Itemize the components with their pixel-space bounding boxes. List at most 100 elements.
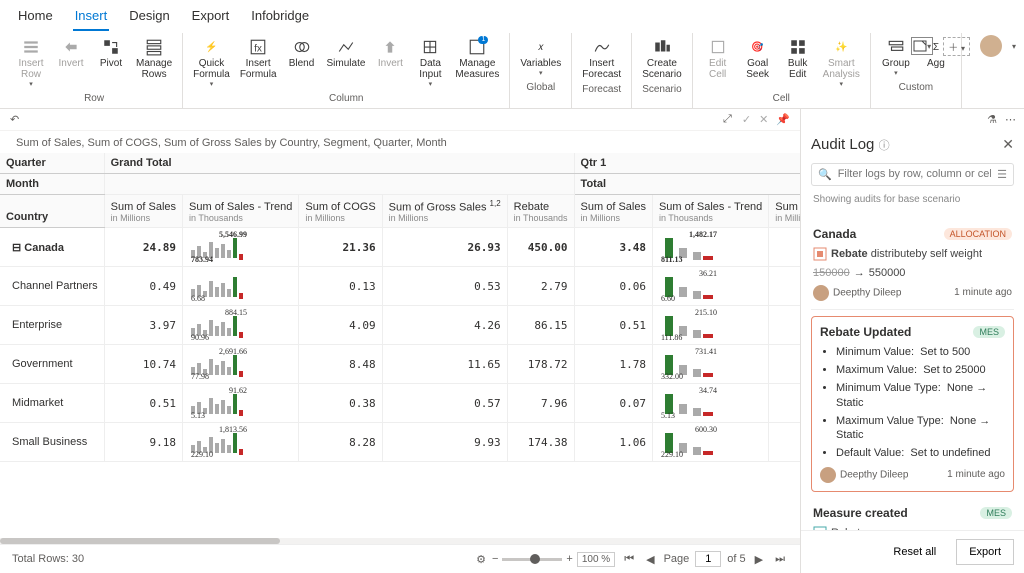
page-first-button[interactable]: ⏮ <box>621 553 637 566</box>
check-icon[interactable]: ✓ <box>742 113 751 126</box>
table-row[interactable]: Small Business9.181,813.56229.108.289.93… <box>0 423 800 462</box>
log-card-rebate-updated[interactable]: Rebate Updated MES Minimum Value: Set to… <box>811 316 1014 492</box>
group-button[interactable]: Group▾ <box>877 35 915 81</box>
col-sales-q[interactable]: Sum of Salesin Millions <box>574 194 652 228</box>
avatar <box>813 285 829 301</box>
pivot-table[interactable]: Quarter Grand Total Qtr 1 Month Total Co… <box>0 153 800 463</box>
svg-text:fx: fx <box>254 44 262 55</box>
pivot-button[interactable]: Pivot <box>92 35 130 72</box>
col-gross-g[interactable]: Sum of Gross Sales 1,2in Millions <box>382 194 507 228</box>
dim-country: Country <box>0 194 104 228</box>
create-scenario-button[interactable]: Create Scenario <box>638 35 685 83</box>
edit-cell-button[interactable]: Edit Cell <box>699 35 737 83</box>
ribbon-group-row-label: Row <box>84 92 104 106</box>
ribbon-group-cell-label: Cell <box>773 92 790 106</box>
table-row[interactable]: Midmarket0.5191.625.130.380.577.960.0734… <box>0 384 800 423</box>
col-rebate-g[interactable]: Rebatein Thousands <box>507 194 574 228</box>
log-card-measure-created[interactable]: Measure created MES Rebate <box>811 498 1014 530</box>
audit-subtitle: Showing audits for base scenario <box>801 190 1024 213</box>
total-rows-label: Total Rows: 30 <box>12 553 84 565</box>
log-card-allocation[interactable]: Canada ALLOCATION Rebate distributeby se… <box>811 219 1014 310</box>
bulk-edit-button[interactable]: Bulk Edit <box>779 35 817 83</box>
blend-button[interactable]: Blend <box>283 35 321 72</box>
ribbon-group-scenario-label: Scenario <box>642 83 681 97</box>
insert-forecast-button[interactable]: Insert Forecast <box>578 35 625 83</box>
page-current-input[interactable] <box>695 551 721 567</box>
filter-lines-icon[interactable]: ☰ <box>997 168 1007 181</box>
smart-analysis-button[interactable]: ✨Smart Analysis▾ <box>819 35 864 92</box>
manage-measures-button[interactable]: 1Manage Measures <box>451 35 503 83</box>
info-icon[interactable]: ⓘ <box>879 140 890 152</box>
log-bullet: Minimum Value Type: None → Static <box>836 381 1005 410</box>
zoom-slider[interactable] <box>502 558 562 561</box>
goal-seek-button[interactable]: 🎯Goal Seek <box>739 35 777 83</box>
add-plus-icon[interactable]: ＋ ▾ <box>943 37 970 56</box>
tab-design[interactable]: Design <box>127 4 171 31</box>
audit-close-icon[interactable]: ✕ <box>1002 136 1014 153</box>
invert-column-button[interactable]: Invert <box>371 35 409 72</box>
allocation-badge: ALLOCATION <box>944 228 1012 240</box>
log-bullet: Maximum Value: Set to 25000 <box>836 363 1005 377</box>
page-of-label: of 5 <box>727 553 745 565</box>
audit-search[interactable]: 🔍 ☰ <box>811 163 1014 186</box>
tab-home[interactable]: Home <box>16 4 55 31</box>
tab-export[interactable]: Export <box>190 4 232 31</box>
insert-row-button[interactable]: Insert Row▾ <box>12 35 50 92</box>
undo-icon[interactable]: ↶ <box>10 113 19 126</box>
avatar <box>820 467 836 483</box>
audit-log-panel: ⚗ ⋯ Audit Log ⓘ ✕ 🔍 ☰ Showing audits for… <box>800 109 1024 573</box>
page-prev-button[interactable]: ◀ <box>643 553 657 566</box>
log-bullet: Default Value: Set to undefined <box>836 446 1005 460</box>
audit-title: Audit Log <box>811 136 874 153</box>
audit-search-input[interactable] <box>838 168 991 180</box>
log-bullet: Maximum Value Type: None → Static <box>836 414 1005 443</box>
tab-infobridge[interactable]: Infobridge <box>249 4 311 31</box>
ribbon-group-forecast-label: Forecast <box>582 83 621 97</box>
ribbon-tabs: Home Insert Design Export Infobridge <box>0 0 1024 31</box>
col-grand-total: Grand Total <box>104 153 574 174</box>
log-bullet: Minimum Value: Set to 500 <box>836 345 1005 359</box>
data-input-button[interactable]: Data Input▾ <box>411 35 449 92</box>
table-row[interactable]: Enterprise3.97884.1590.964.094.2686.150.… <box>0 306 800 345</box>
col-trend-g[interactable]: Sum of Sales - Trendin Thousands <box>183 194 299 228</box>
h-scrollbar[interactable] <box>0 538 800 544</box>
col-sales-g[interactable]: Sum of Salesin Millions <box>104 194 182 228</box>
filter-icon[interactable]: ⚗ <box>987 113 997 126</box>
dim-month: Month <box>0 173 104 194</box>
mes-badge: MES <box>980 507 1012 519</box>
more-icon[interactable]: ⋯ <box>1005 113 1016 126</box>
ribbon-group-column-label: Column <box>329 92 363 106</box>
table-row[interactable]: ⊟ Canada24.895,546.99783.9421.3626.93450… <box>0 228 800 267</box>
invert-row-button[interactable]: Invert <box>52 35 90 72</box>
export-button[interactable]: Export <box>956 539 1014 565</box>
manage-rows-button[interactable]: Manage Rows <box>132 35 176 83</box>
dim-quarter: Quarter <box>0 153 104 174</box>
variables-button[interactable]: 𝑥Variables▾ <box>516 35 565 81</box>
pin-icon[interactable]: 📌 <box>776 113 790 126</box>
gear-icon[interactable]: ⚙ <box>476 553 486 566</box>
col-trend-q[interactable]: Sum of Sales - Trendin Thousands <box>652 194 768 228</box>
tab-insert[interactable]: Insert <box>73 4 110 31</box>
simulate-button[interactable]: Simulate <box>323 35 370 72</box>
zoom-in-button[interactable]: + <box>566 553 572 565</box>
quick-formula-button[interactable]: ⚡Quick Formula▾ <box>189 35 234 92</box>
page-next-button[interactable]: ▶ <box>752 553 766 566</box>
expand-icon[interactable]: ⤢ <box>723 113 732 126</box>
grid-subtitle: Sum of Sales, Sum of COGS, Sum of Gross … <box>0 131 800 153</box>
page-last-button[interactable]: ⏭ <box>772 553 788 566</box>
table-row[interactable]: Channel Partners0.496.680.130.532.790.06… <box>0 267 800 306</box>
note-icon[interactable]: ▾ <box>911 37 933 55</box>
page-label: Page <box>664 553 690 565</box>
col-cogs-g[interactable]: Sum of COGSin Millions <box>299 194 382 228</box>
insert-formula-button[interactable]: fxInsert Formula <box>236 35 281 83</box>
zoom-value: 100 % <box>577 552 615 567</box>
user-avatar[interactable] <box>980 35 1002 57</box>
close-icon[interactable]: ✕ <box>759 113 768 126</box>
ribbon-bar: Insert Row▾ Invert Pivot Manage Rows Row… <box>0 31 1024 109</box>
zoom-out-button[interactable]: − <box>492 553 498 565</box>
col-cogs-q[interactable]: Sum of COGSin Millions <box>769 194 800 228</box>
col-total: Total <box>574 173 800 194</box>
reset-all-button[interactable]: Reset all <box>881 539 948 565</box>
ribbon-group-custom-label: Custom <box>899 81 933 95</box>
table-row[interactable]: Government10.742,691.6677.988.4811.65178… <box>0 345 800 384</box>
